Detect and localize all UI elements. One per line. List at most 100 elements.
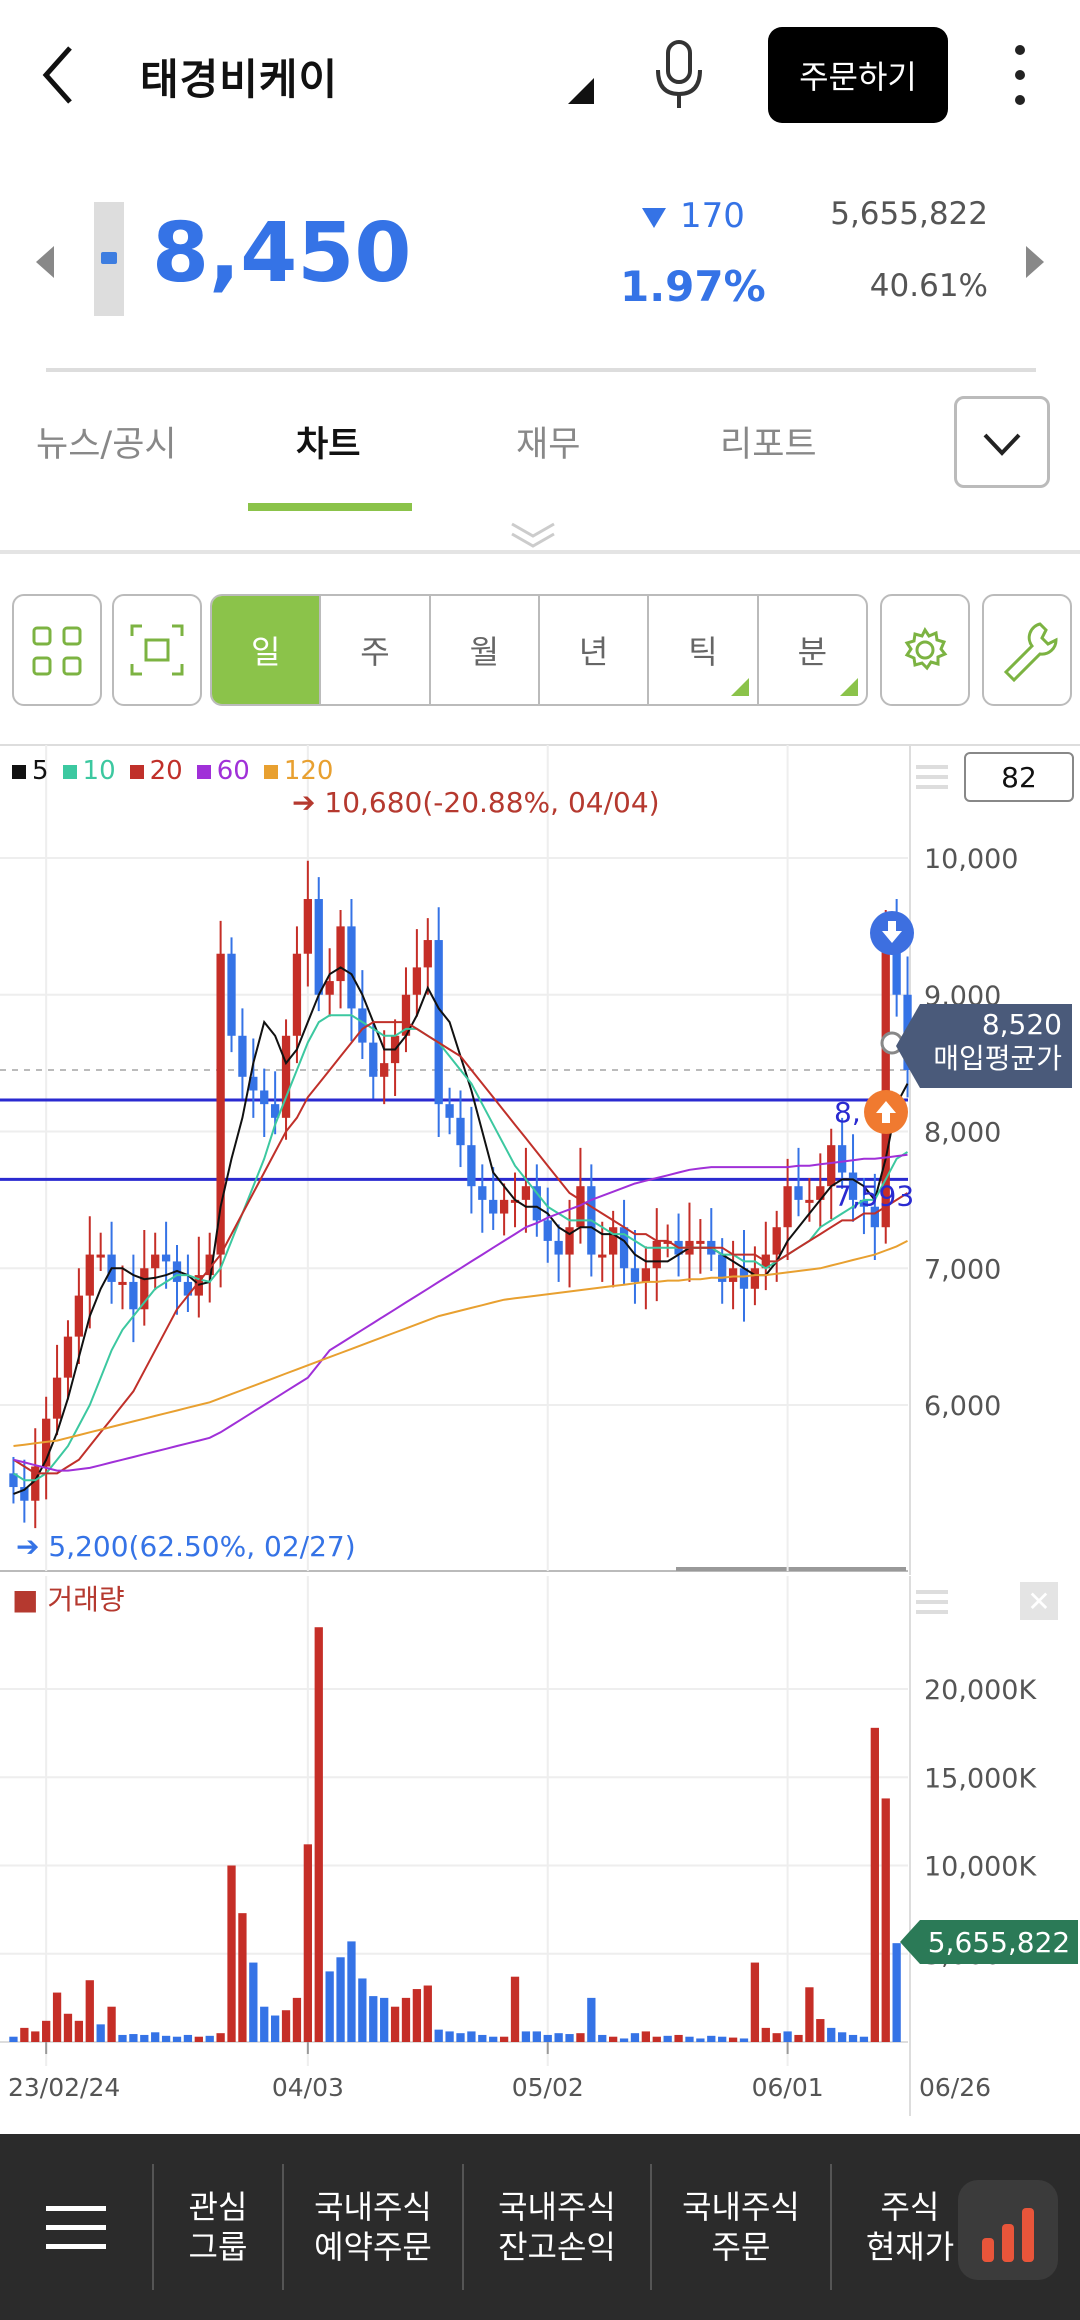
tools-button[interactable] bbox=[982, 594, 1072, 706]
legend-label: 20 bbox=[149, 756, 183, 786]
more-options-icon[interactable] bbox=[1010, 42, 1030, 108]
avg-price-value: 8,520 bbox=[981, 1008, 1062, 1041]
volume-bar bbox=[805, 1987, 814, 2042]
nav-balance[interactable]: 국내주식 잔고손익 bbox=[464, 2134, 650, 2320]
candle-body bbox=[238, 1035, 247, 1077]
tab-report[interactable]: 리포트 bbox=[720, 416, 817, 467]
period-month[interactable]: 월 bbox=[431, 596, 540, 704]
nav-label: 국내주식 예약주문 bbox=[314, 2188, 432, 2266]
volume-bar bbox=[576, 2033, 585, 2042]
candle-body bbox=[412, 967, 422, 995]
price-chart[interactable]: 6,0007,0008,0009,00010,0008,7,593 bbox=[0, 745, 1080, 1575]
chart-settings-button[interactable] bbox=[880, 594, 970, 706]
volume-bar bbox=[249, 1962, 258, 2042]
candle-body bbox=[96, 1254, 105, 1258]
trading-volume: 5,655,822 bbox=[830, 196, 988, 232]
tab-finance[interactable]: 재무 bbox=[516, 416, 580, 467]
candle-body bbox=[521, 1186, 531, 1200]
back-arrow-icon[interactable] bbox=[38, 40, 78, 110]
chart-shortcut-button[interactable] bbox=[958, 2180, 1058, 2280]
volume-bar bbox=[380, 1997, 389, 2042]
candle-body bbox=[260, 1090, 269, 1105]
candle-body bbox=[183, 1281, 193, 1296]
candle-body bbox=[794, 1186, 803, 1200]
nav-domestic-order[interactable]: 국내주식 주문 bbox=[652, 2134, 830, 2320]
tab-news[interactable]: 뉴스/공시 bbox=[36, 416, 177, 467]
nav-reserved-order[interactable]: 국내주식 예약주문 bbox=[284, 2134, 462, 2320]
period-label: 틱 bbox=[688, 633, 718, 671]
drag-handle-icon bbox=[916, 765, 948, 769]
layout-button[interactable] bbox=[12, 594, 102, 706]
volume-bar bbox=[499, 2036, 509, 2042]
period-count-box[interactable]: 82 bbox=[964, 752, 1074, 802]
volume-bar bbox=[456, 2033, 465, 2042]
order-button[interactable]: 주문하기 bbox=[768, 27, 948, 123]
volume-bar bbox=[412, 1989, 422, 2042]
current-price: 8,450 bbox=[152, 206, 412, 301]
close-icon[interactable]: ✕ bbox=[1020, 1582, 1058, 1620]
candle-body bbox=[52, 1377, 62, 1419]
candle-body bbox=[696, 1240, 705, 1244]
volume-bar bbox=[369, 1996, 378, 2042]
y-tick-label: 20,000K bbox=[924, 1675, 1037, 1706]
tab-expand-button[interactable] bbox=[954, 396, 1050, 488]
volume-bar bbox=[129, 2034, 138, 2042]
candle-body bbox=[499, 1199, 509, 1214]
title-dropdown-icon[interactable] bbox=[568, 78, 594, 104]
volume-bar bbox=[794, 2034, 803, 2042]
volume-bar bbox=[663, 2035, 672, 2042]
volume-bar bbox=[172, 2036, 182, 2042]
period-week[interactable]: 주 bbox=[321, 596, 431, 704]
microphone-icon[interactable] bbox=[650, 38, 708, 112]
volume-bar bbox=[761, 2027, 770, 2042]
volume-bar bbox=[292, 1997, 302, 2042]
volume-bar bbox=[107, 2006, 116, 2042]
fullscreen-button[interactable] bbox=[112, 594, 202, 706]
period-day[interactable]: 일 bbox=[212, 596, 322, 704]
candle-body bbox=[423, 940, 432, 968]
candle-body bbox=[750, 1268, 760, 1289]
reference-line-label: 8, bbox=[834, 1096, 861, 1129]
period-label: 월 bbox=[469, 633, 500, 671]
down-triangle-icon bbox=[642, 208, 666, 228]
nav-label: 관심 그룹 bbox=[188, 2188, 248, 2266]
volume-chart[interactable]: 5,000K10,000K15,000K20,000K23/02/2404/03… bbox=[0, 1576, 1080, 2116]
candle-body bbox=[489, 1199, 498, 1214]
volume-bar bbox=[9, 2036, 18, 2042]
collapse-chevron-icon[interactable] bbox=[508, 520, 558, 550]
volume-bar bbox=[336, 1957, 345, 2042]
period-label: 분 bbox=[797, 633, 828, 671]
x-tick-label: 04/03 bbox=[272, 2073, 344, 2102]
volume-bar bbox=[696, 2038, 705, 2042]
candle-body bbox=[303, 899, 312, 954]
volume-bar bbox=[445, 2031, 454, 2042]
volume-legend-label: 거래량 bbox=[47, 1583, 125, 1616]
menu-icon[interactable] bbox=[46, 2204, 106, 2252]
volume-bar bbox=[598, 2034, 607, 2042]
tab-chart[interactable]: 차트 bbox=[296, 416, 360, 467]
legend-ma5[interactable]: 5 bbox=[12, 756, 49, 786]
volume-bar bbox=[260, 2006, 269, 2042]
settings-gear-icon bbox=[904, 627, 948, 671]
period-label: 주 bbox=[360, 633, 390, 671]
next-stock-arrow-icon[interactable] bbox=[1026, 246, 1044, 278]
candle-body bbox=[227, 953, 236, 1036]
volume-bar bbox=[532, 2031, 541, 2042]
volume-bar bbox=[848, 2034, 858, 2042]
legend-ma60[interactable]: 60 bbox=[196, 756, 250, 786]
legend-ma10[interactable]: 10 bbox=[62, 756, 116, 786]
divider bbox=[0, 550, 1080, 554]
period-tick[interactable]: 틱 bbox=[649, 596, 759, 704]
nav-watch-group[interactable]: 관심 그룹 bbox=[154, 2134, 282, 2320]
volume-bar bbox=[685, 2036, 694, 2042]
candle-body bbox=[151, 1254, 160, 1269]
legend-ma20[interactable]: 20 bbox=[129, 756, 183, 786]
volume-bar bbox=[827, 2027, 836, 2042]
legend-ma120[interactable]: 120 bbox=[263, 756, 333, 786]
stock-title[interactable]: 태경비케이 bbox=[140, 46, 338, 107]
prev-stock-arrow-icon[interactable] bbox=[36, 246, 54, 278]
period-year[interactable]: 년 bbox=[540, 596, 650, 704]
candle-body bbox=[728, 1268, 738, 1282]
period-minute[interactable]: 분 bbox=[759, 596, 866, 704]
candle-body bbox=[532, 1186, 541, 1221]
